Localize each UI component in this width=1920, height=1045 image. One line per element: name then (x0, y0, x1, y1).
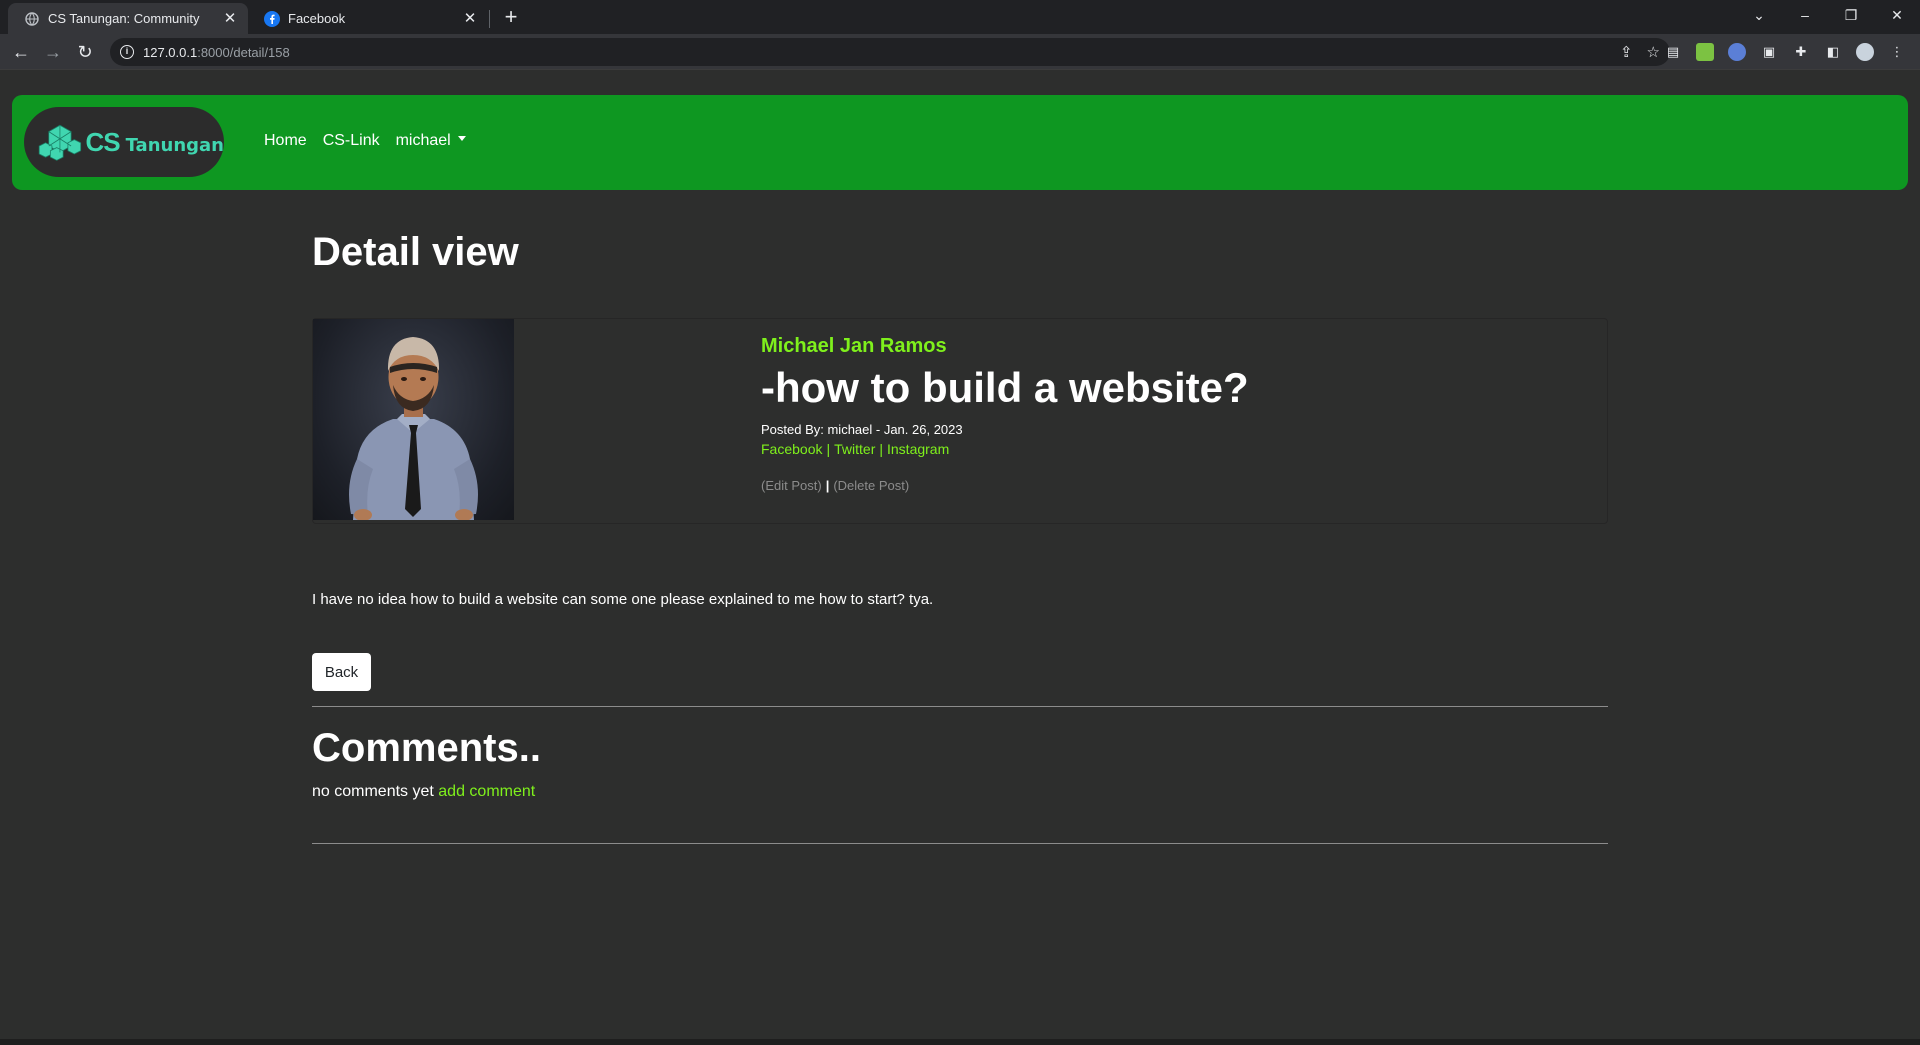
nav-cslink-link[interactable]: CS-Link (323, 132, 380, 150)
restore-button[interactable]: ❐ (1828, 0, 1874, 30)
author-name: Michael Jan Ramos (761, 335, 947, 357)
author-avatar (313, 319, 514, 520)
post-actions: (Edit Post) | (Delete Post) (761, 478, 1249, 493)
nav-links: Home CS-Link michael (264, 132, 466, 150)
post-card-body: Michael Jan Ramos -how to build a websit… (761, 335, 1249, 493)
browser-tabstrip: CS Tanungan: Community ✕ Facebook ✕ + ⌄ … (0, 0, 1920, 34)
social-separator: | (826, 441, 831, 457)
brand-tanungan: Tanungan (125, 134, 224, 156)
taskbar-edge (0, 1039, 1920, 1045)
dice-logo-icon (38, 124, 82, 161)
brand-logo[interactable]: CS Tanungan (24, 107, 224, 177)
tab-separator (489, 10, 490, 28)
instagram-link[interactable]: Instagram (887, 441, 949, 457)
new-tab-button[interactable]: + (498, 5, 524, 31)
site-navbar: CS Tanungan Home CS-Link michael (12, 95, 1908, 190)
twitter-link[interactable]: Twitter (834, 441, 875, 457)
user-name: michael (395, 132, 451, 149)
user-dropdown[interactable]: michael (396, 132, 466, 150)
post-card: Michael Jan Ramos -how to build a websit… (312, 318, 1608, 524)
comments-empty-state: no comments yet add comment (312, 783, 535, 801)
url-host: 127.0.0.1 (143, 44, 198, 60)
puzzle-extensions-icon[interactable]: ✚ (1792, 43, 1810, 61)
no-comments-text: no comments yet (312, 783, 434, 800)
post-title: -how to build a website? (761, 364, 1249, 411)
tab-facebook[interactable]: Facebook ✕ (248, 3, 488, 34)
tab-search-icon[interactable]: ⌄ (1736, 0, 1782, 30)
bookmark-star-icon[interactable]: ☆ (1647, 43, 1660, 61)
social-links: Facebook | Twitter | Instagram (761, 441, 1249, 457)
main-content: Detail view Michael Jan Ramos -how to bu… (312, 230, 1608, 844)
reload-icon[interactable]: ↻ (72, 39, 98, 65)
social-separator: | (879, 441, 883, 457)
browser-toolbar: ← → ↻ i 127.0.0.1:8000/detail/158 ⇪ ☆ ▤ … (0, 34, 1920, 70)
brand-name: CS Tanungan (85, 127, 224, 158)
reader-mode-icon[interactable]: ▤ (1664, 43, 1682, 61)
facebook-icon (264, 10, 280, 27)
nav-home-link[interactable]: Home (264, 132, 307, 150)
close-window-button[interactable]: ✕ (1874, 0, 1920, 30)
delete-post-link[interactable]: (Delete Post) (833, 478, 909, 493)
extension-timer-icon[interactable] (1728, 43, 1746, 61)
brand-cs: CS (85, 126, 120, 157)
post-body: I have no idea how to build a website ca… (312, 591, 934, 608)
share-icon[interactable]: ⇪ (1620, 43, 1633, 61)
edit-post-link[interactable]: (Edit Post) (761, 478, 822, 493)
tab-cs-tanungan[interactable]: CS Tanungan: Community ✕ (8, 3, 248, 34)
close-tab-icon[interactable]: ✕ (462, 10, 478, 27)
page-title: Detail view (312, 230, 519, 274)
back-button[interactable]: Back (312, 653, 371, 691)
globe-icon (24, 11, 40, 27)
kebab-menu-icon[interactable]: ⋮ (1888, 43, 1906, 61)
comments-heading: Comments.. (312, 726, 541, 770)
profile-avatar-icon[interactable] (1856, 43, 1874, 61)
divider (312, 843, 1608, 844)
url-path: :8000/detail/158 (197, 44, 290, 60)
extension-icon[interactable] (1696, 43, 1714, 61)
tab-title: CS Tanungan: Community (48, 11, 200, 26)
facebook-link[interactable]: Facebook (761, 441, 822, 457)
caret-down-icon (457, 136, 466, 142)
side-panel-icon[interactable]: ◧ (1824, 43, 1842, 61)
divider (312, 706, 1608, 707)
post-meta: Posted By: michael - Jan. 26, 2023 (761, 422, 963, 437)
back-arrow-icon[interactable]: ← (8, 39, 34, 65)
media-icon[interactable]: ▣ (1760, 43, 1778, 61)
tab-title: Facebook (288, 11, 346, 26)
add-comment-link[interactable]: add comment (438, 783, 535, 800)
forward-arrow-icon[interactable]: → (40, 39, 66, 65)
close-tab-icon[interactable]: ✕ (222, 10, 238, 27)
address-bar[interactable]: i 127.0.0.1:8000/detail/158 ⇪ ☆ (110, 38, 1670, 66)
actions-divider: | (825, 478, 830, 493)
site-info-icon[interactable]: i (120, 45, 134, 59)
minimize-button[interactable]: – (1782, 0, 1828, 30)
